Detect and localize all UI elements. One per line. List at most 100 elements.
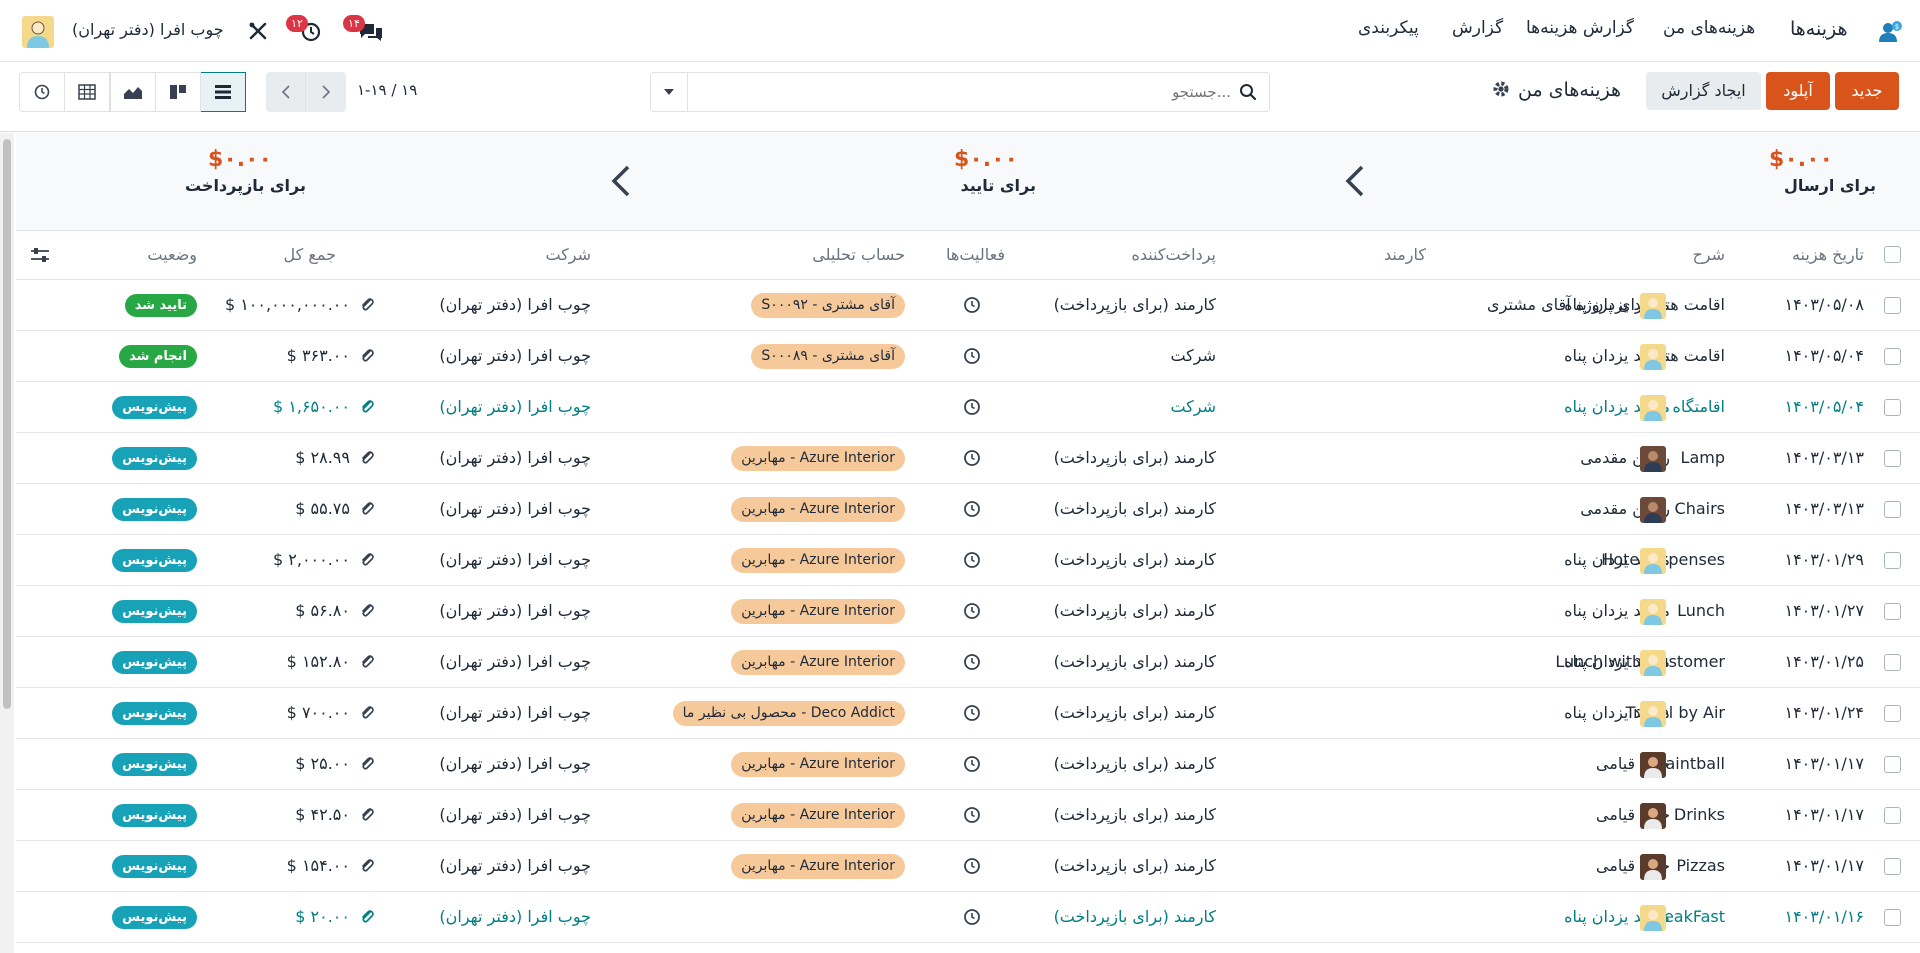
cell-date: ۱۴۰۳/۰۱/۲۹ — [1784, 550, 1864, 569]
attachment-paperclip-icon[interactable] — [358, 602, 376, 620]
row-checkbox[interactable] — [1884, 705, 1901, 722]
activity-clock-icon[interactable] — [963, 296, 981, 314]
employee-avatar — [1640, 548, 1666, 574]
col-employee[interactable]: کارمند — [1384, 245, 1426, 264]
table-row[interactable]: ۱۴۰۳/۰۱/۲۵ Lunch with Customer محمد یزدان … — [16, 637, 1920, 688]
table-row[interactable]: ۱۴۰۳/۰۱/۱۷ Drinks جواد قیامی کارمند (برای ب… — [16, 790, 1920, 841]
activity-clock-icon[interactable] — [963, 347, 981, 365]
app-title[interactable]: هزینه‌ها — [1790, 18, 1848, 40]
table-row[interactable]: ۱۴۰۳/۰۱/۱۷ Pizzas جواد قیامی کارمند (برای ب… — [16, 841, 1920, 892]
optional-columns-toggle-icon[interactable] — [30, 246, 50, 264]
summary-to-approve[interactable]: $۰.۰۰ برای تایید — [916, 147, 1036, 195]
settings-gear-icon[interactable] — [1492, 80, 1510, 98]
menu-my-expenses[interactable]: هزینه‌های من — [1663, 18, 1755, 38]
pager-prev-button[interactable] — [266, 72, 306, 112]
table-row[interactable]: ۱۴۰۳/۰۱/۱۶ BreakFast محمد یزدان پناه کارمند… — [16, 892, 1920, 943]
pager-next-button[interactable] — [306, 72, 346, 112]
row-checkbox[interactable] — [1884, 348, 1901, 365]
attachment-paperclip-icon[interactable] — [358, 500, 376, 518]
attachment-paperclip-icon[interactable] — [358, 398, 376, 416]
col-date[interactable]: تاریخ هزینه — [1792, 245, 1864, 264]
row-checkbox[interactable] — [1884, 654, 1901, 671]
attachment-paperclip-icon[interactable] — [358, 857, 376, 875]
to-reimburse-amount: $۰.۰۰ — [208, 147, 272, 172]
table-row[interactable]: ۱۴۰۳/۰۳/۱۳ Chairs رامین مقدمی کارمند (برای … — [16, 484, 1920, 535]
table-row[interactable]: ۱۴۰۳/۰۱/۲۹ Hotel Expenses محمد یزدان پناه ک… — [16, 535, 1920, 586]
search-input[interactable] — [691, 74, 1231, 110]
upload-button[interactable]: آپلود — [1766, 72, 1830, 110]
table-row[interactable]: ۱۴۰۳/۰۱/۲۴ Travel by Air محمد یزدان پناه کا… — [16, 688, 1920, 739]
activity-clock-icon[interactable] — [963, 755, 981, 773]
row-checkbox[interactable] — [1884, 450, 1901, 467]
activity-clock-icon[interactable] — [963, 704, 981, 722]
pager-value[interactable]: ۱-۱۹ / ۱۹ — [357, 81, 417, 99]
attachment-paperclip-icon[interactable] — [358, 908, 376, 926]
table-row[interactable]: ۱۴۰۳/۰۵/۰۴ اقامتگاه هتل محمد یزدان پناه شرک… — [16, 382, 1920, 433]
graph-view-button[interactable] — [110, 72, 156, 112]
activity-clock-icon[interactable] — [963, 908, 981, 926]
activity-view-button[interactable] — [19, 72, 65, 112]
attachment-paperclip-icon[interactable] — [358, 347, 376, 365]
col-analytic[interactable]: حساب تحلیلی — [812, 245, 905, 264]
menu-reporting[interactable]: گزارش — [1452, 18, 1503, 38]
kanban-view-button[interactable] — [155, 72, 201, 112]
activity-clock-icon[interactable] — [963, 551, 981, 569]
row-checkbox[interactable] — [1884, 501, 1901, 518]
activity-clock-icon[interactable] — [963, 500, 981, 518]
table-row[interactable]: ۱۴۰۳/۰۱/۲۷ Lunch محمد یزدان پناه کارمند (بر… — [16, 586, 1920, 637]
activity-clock-icon[interactable] — [963, 653, 981, 671]
status-badge: پیش‌نویس — [112, 549, 197, 572]
table-row[interactable]: ۱۴۰۳/۰۱/۱۷ Paintball جواد قیامی کارمند (برا… — [16, 739, 1920, 790]
control-panel: جدید آپلود ایجاد گزارش هزینه‌های من ۱-۱۹… — [0, 62, 1920, 132]
menu-expense-reports[interactable]: گزارش هزینه‌ها — [1526, 18, 1634, 38]
activity-clock-icon[interactable] — [963, 449, 981, 467]
attachment-paperclip-icon[interactable] — [358, 296, 376, 314]
pivot-view-button[interactable] — [64, 72, 110, 112]
row-checkbox[interactable] — [1884, 297, 1901, 314]
col-status[interactable]: وضعیت — [147, 245, 197, 264]
col-company[interactable]: شرکت — [545, 245, 591, 264]
clock-icon — [34, 84, 50, 100]
attachment-paperclip-icon[interactable] — [358, 755, 376, 773]
attachment-paperclip-icon[interactable] — [358, 653, 376, 671]
create-report-button[interactable]: ایجاد گزارش — [1646, 72, 1761, 110]
scrollbar-thumb[interactable] — [3, 139, 11, 709]
attachment-paperclip-icon[interactable] — [358, 806, 376, 824]
row-checkbox[interactable] — [1884, 909, 1901, 926]
row-checkbox[interactable] — [1884, 603, 1901, 620]
row-checkbox[interactable] — [1884, 552, 1901, 569]
new-button[interactable]: جدید — [1835, 72, 1899, 110]
expenses-app-icon[interactable]: $ — [1876, 20, 1904, 46]
row-checkbox[interactable] — [1884, 858, 1901, 875]
list-view-button[interactable] — [200, 72, 246, 112]
table-row[interactable]: ۱۴۰۳/۰۵/۰۸ اقامت هتل برای پروژه آقای مشتر… — [16, 280, 1920, 331]
col-description[interactable]: شرح — [1692, 245, 1725, 264]
attachment-paperclip-icon[interactable] — [358, 551, 376, 569]
table-row[interactable]: ۱۴۰۳/۰۳/۱۳ Lamp رامین مقدمی کارمند (برای با… — [16, 433, 1920, 484]
tools-icon[interactable] — [248, 21, 268, 41]
row-checkbox[interactable] — [1884, 399, 1901, 416]
attachment-paperclip-icon[interactable] — [358, 449, 376, 467]
activity-clock-icon[interactable] — [963, 602, 981, 620]
select-all-checkbox[interactable] — [1884, 246, 1901, 263]
search-options-toggle[interactable] — [651, 73, 688, 111]
activity-clock-icon[interactable] — [963, 806, 981, 824]
company-switcher[interactable]: چوب افرا (دفتر تهران) — [72, 20, 224, 39]
activity-clock-icon[interactable] — [963, 857, 981, 875]
attachment-paperclip-icon[interactable] — [358, 704, 376, 722]
cell-total: $ ۵۶.۸۰ — [295, 601, 350, 620]
menu-configuration[interactable]: پیکربندی — [1358, 18, 1419, 38]
activity-clock-icon[interactable] — [963, 398, 981, 416]
user-avatar[interactable] — [22, 16, 54, 48]
col-paid-by[interactable]: پرداخت‌کننده — [1131, 245, 1216, 264]
row-checkbox[interactable] — [1884, 756, 1901, 773]
cell-description: Pizzas — [1676, 856, 1725, 875]
summary-to-submit[interactable]: $۰.۰۰ برای ارسال — [1676, 147, 1876, 195]
vertical-scrollbar[interactable] — [0, 133, 14, 953]
col-total[interactable]: جمع کل — [284, 245, 336, 264]
table-row[interactable]: ۱۴۰۳/۰۵/۰۴ اقامت هتل محمد یزدان پناه شرکت S۰… — [16, 331, 1920, 382]
search-icon[interactable] — [1239, 83, 1257, 101]
summary-to-reimburse[interactable]: $۰.۰۰ برای بازپرداخت — [166, 147, 306, 195]
row-checkbox[interactable] — [1884, 807, 1901, 824]
col-activities[interactable]: فعالیت‌ها — [946, 245, 1005, 264]
